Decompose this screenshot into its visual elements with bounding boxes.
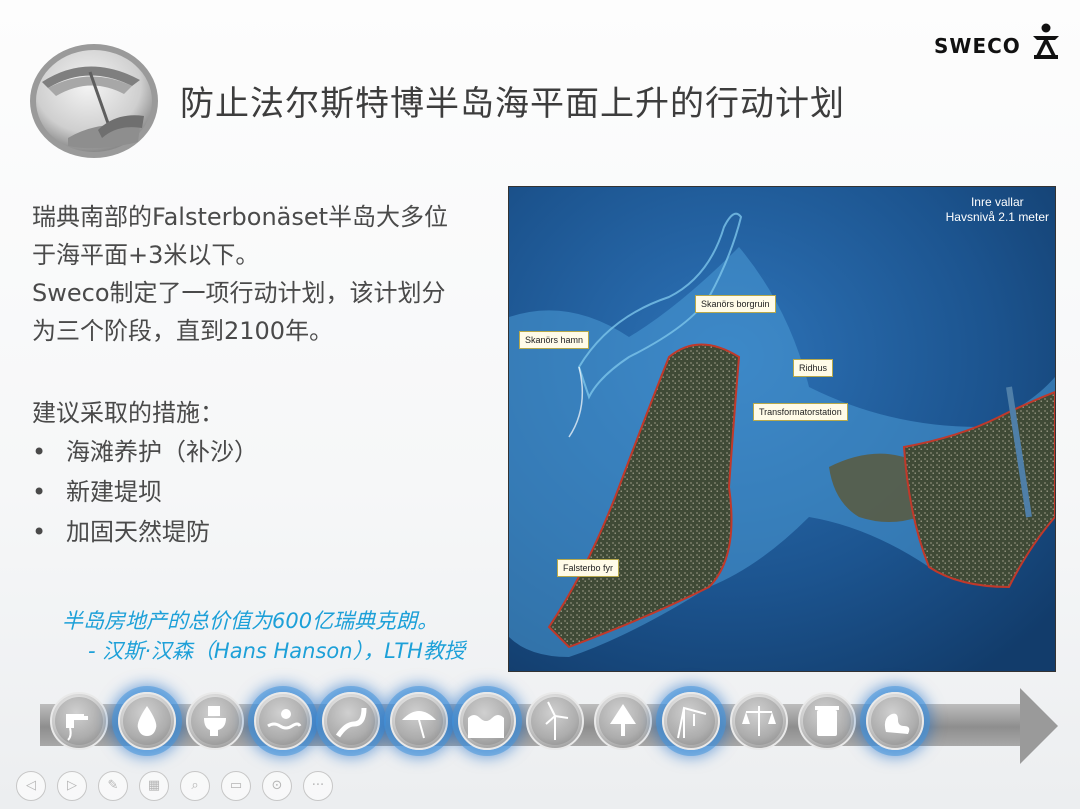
scales-icon — [735, 697, 783, 745]
bullet: • — [32, 478, 47, 506]
umbrella-icon — [395, 697, 443, 745]
quote-text: 半岛房地产的总价值为600亿瑞典克朗。 — [62, 609, 439, 633]
logo-text: SWECO — [934, 34, 1021, 58]
legend-line: Inre vallar — [970, 195, 1024, 209]
map-label-skanors-hamn: Skanörs hamn — [519, 331, 590, 349]
measures-list: • 海滩养护（补沙） • 新建堤坝 • 加固天然堤防 — [32, 432, 258, 552]
map-label-falsterbo-fyr: Falsterbo fyr — [557, 559, 620, 577]
crane-icon — [667, 697, 715, 745]
faucet-icon — [55, 697, 103, 745]
scales-tile — [730, 692, 788, 750]
prev-slide-button[interactable]: ◁ — [16, 771, 46, 801]
more-button[interactable]: ··· — [303, 771, 333, 801]
slide: 防止法尔斯特博半岛海平面上升的行动计划 SWECO 瑞典南部的Falsterbo… — [0, 0, 1080, 809]
crane-tile — [662, 692, 720, 750]
wind-turbine-icon — [531, 697, 579, 745]
faucet-tile — [50, 692, 108, 750]
pen-button[interactable]: ✎ — [98, 771, 128, 801]
river-tile — [322, 692, 380, 750]
bullet: • — [32, 438, 47, 466]
map-legend: Inre vallar Havsnivå 2.1 meter — [946, 195, 1049, 225]
waves-icon — [463, 697, 511, 745]
arrow-head-icon — [1020, 688, 1058, 764]
water-drop-tile — [118, 692, 176, 750]
swan-icon — [871, 697, 919, 745]
presentation-toolbar: ◁ ▷ ✎ ▦ ⌕ ▭ ⊙ ··· — [8, 771, 348, 805]
list-item: • 海滩养护（补沙） — [32, 432, 258, 472]
quote: 半岛房地产的总价值为600亿瑞典克朗。 - 汉斯·汉森（Hans Hanson）… — [62, 606, 465, 666]
quote-attribution: - 汉斯·汉森（Hans Hanson），LTH教授 — [88, 639, 465, 663]
next-slide-button[interactable]: ▷ — [57, 771, 87, 801]
tree-icon — [599, 697, 647, 745]
map-label-ridhus: Ridhus — [793, 359, 834, 377]
sweco-logo: SWECO — [934, 22, 1064, 62]
waves-tile — [458, 692, 516, 750]
pool-tile — [254, 692, 312, 750]
legend-line: Havsnivå 2.1 meter — [945, 210, 1049, 224]
pool-icon — [259, 697, 307, 745]
tree-tile — [594, 692, 652, 750]
intro-line: Sweco制定了一项行动计划，该计划分 — [32, 279, 446, 307]
map-label-skanors-borgruin: Skanörs borgruin — [695, 295, 776, 313]
beach-umbrella-icon — [30, 44, 158, 158]
peninsula-map: Inre vallar Havsnivå 2.1 meter Skanörs h… — [508, 186, 1056, 672]
measures-section: 建议采取的措施： • 海滩养护（补沙） • 新建堤坝 • 加固天然堤防 — [32, 394, 258, 552]
list-item: • 新建堤坝 — [32, 472, 258, 512]
map-image — [509, 187, 1055, 671]
intro-line: 瑞典南部的Falsterbonäset半岛大多位 — [32, 203, 449, 231]
water-drop-icon — [123, 697, 171, 745]
sweco-figure-icon — [1033, 23, 1059, 59]
map-label-transformatorstation: Transformatorstation — [753, 403, 848, 421]
wind-turbine-tile — [526, 692, 584, 750]
bin-icon — [803, 697, 851, 745]
bullet: • — [32, 518, 47, 546]
zoom-button[interactable]: ⌕ — [180, 771, 210, 801]
measure-label: 海滩养护（补沙） — [66, 438, 258, 466]
river-icon — [327, 697, 375, 745]
toilet-icon — [191, 697, 239, 745]
measure-label: 加固天然堤防 — [66, 518, 210, 546]
intro-text: 瑞典南部的Falsterbonäset半岛大多位 于海平面+3米以下。 Swec… — [32, 198, 492, 350]
umbrella-tile — [390, 692, 448, 750]
bin-tile — [798, 692, 856, 750]
slides-button[interactable]: ▦ — [139, 771, 169, 801]
measures-heading: 建议采取的措施： — [32, 399, 224, 427]
toilet-tile — [186, 692, 244, 750]
laser-button[interactable]: ⊙ — [262, 771, 292, 801]
page-title: 防止法尔斯特博半岛海平面上升的行动计划 — [180, 84, 845, 124]
intro-line: 于海平面+3米以下。 — [32, 241, 260, 269]
swan-tile — [866, 692, 924, 750]
intro-line: 为三个阶段，直到2100年。 — [32, 317, 334, 345]
subtitles-button[interactable]: ▭ — [221, 771, 251, 801]
list-item: • 加固天然堤防 — [32, 512, 258, 552]
measure-label: 新建堤坝 — [66, 478, 162, 506]
